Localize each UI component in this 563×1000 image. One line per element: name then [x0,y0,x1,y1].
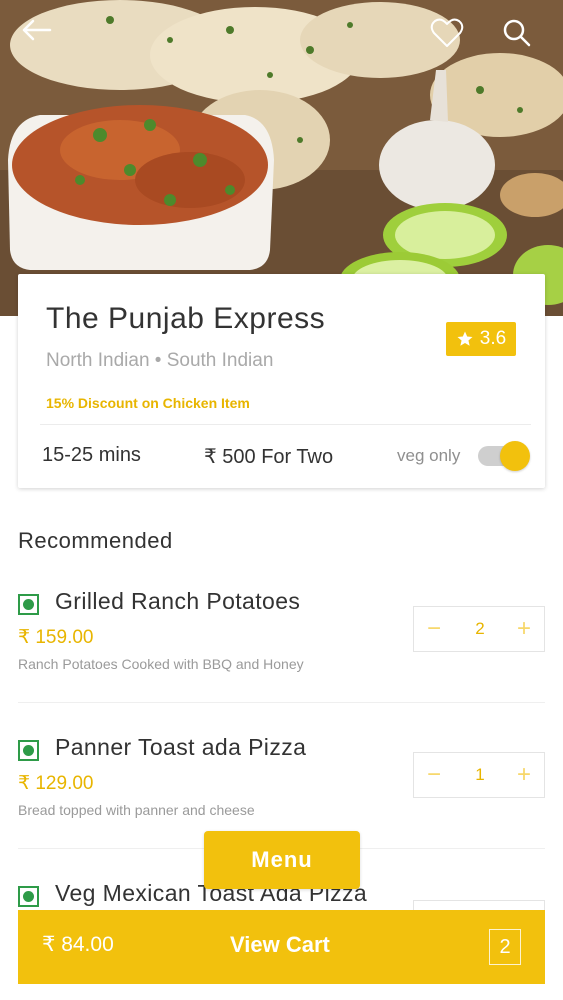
menu-item: Grilled Ranch Potatoes ₹ 159.00 Ranch Po… [18,588,545,734]
arrow-left-icon [22,19,52,41]
restaurant-name: The Punjab Express [46,302,326,335]
favorite-button[interactable] [430,18,470,58]
menu-button[interactable]: Menu [204,831,360,889]
quantity-stepper: − 2 + [413,606,545,652]
veg-only-toggle[interactable] [476,440,532,472]
quantity-value: 1 [475,765,485,784]
rating-value: 3.6 [479,328,507,349]
back-button[interactable] [20,18,60,58]
decrease-button[interactable]: − [416,753,452,797]
heart-icon [430,18,464,47]
food-photo [0,0,563,316]
section-title: Recommended [18,528,173,553]
view-cart-bar[interactable]: ₹ 84.00 View Cart 2 [18,910,545,984]
rating-badge: 3.6 [446,322,516,356]
veg-only-label: veg only [397,446,461,465]
veg-indicator-icon [18,740,39,761]
item-name: Panner Toast ada Pizza [55,734,307,760]
offer-text: 15% Discount on Chicken Item [46,395,250,411]
item-name: Grilled Ranch Potatoes [55,588,301,614]
increase-button[interactable]: + [506,753,542,797]
star-icon [457,331,473,346]
veg-indicator-icon [18,886,39,907]
view-cart-label: View Cart [230,932,330,957]
veg-indicator-icon [18,594,39,615]
cart-total: ₹ 84.00 [42,933,114,956]
cart-count-badge: 2 [489,929,521,965]
decrease-button[interactable]: − [416,607,452,651]
search-button[interactable] [502,18,542,58]
item-price: ₹ 159.00 [18,627,94,648]
cuisine-list: North Indian • South Indian [46,350,274,371]
hero-image [0,0,563,316]
delivery-time: 15-25 mins [42,444,141,466]
search-icon [503,19,531,47]
divider [40,424,531,425]
quantity-stepper: − 1 + [413,752,545,798]
item-description: Bread topped with panner and cheese [18,802,255,818]
item-price: ₹ 129.00 [18,773,94,794]
divider [18,702,545,703]
restaurant-info-card: The Punjab Express North Indian • South … [18,274,545,488]
increase-button[interactable]: + [506,607,542,651]
toggle-knob [500,441,530,471]
cost-for-two: ₹ 500 For Two [204,446,334,468]
item-description: Ranch Potatoes Cooked with BBQ and Honey [18,656,304,672]
quantity-value: 2 [475,619,485,638]
